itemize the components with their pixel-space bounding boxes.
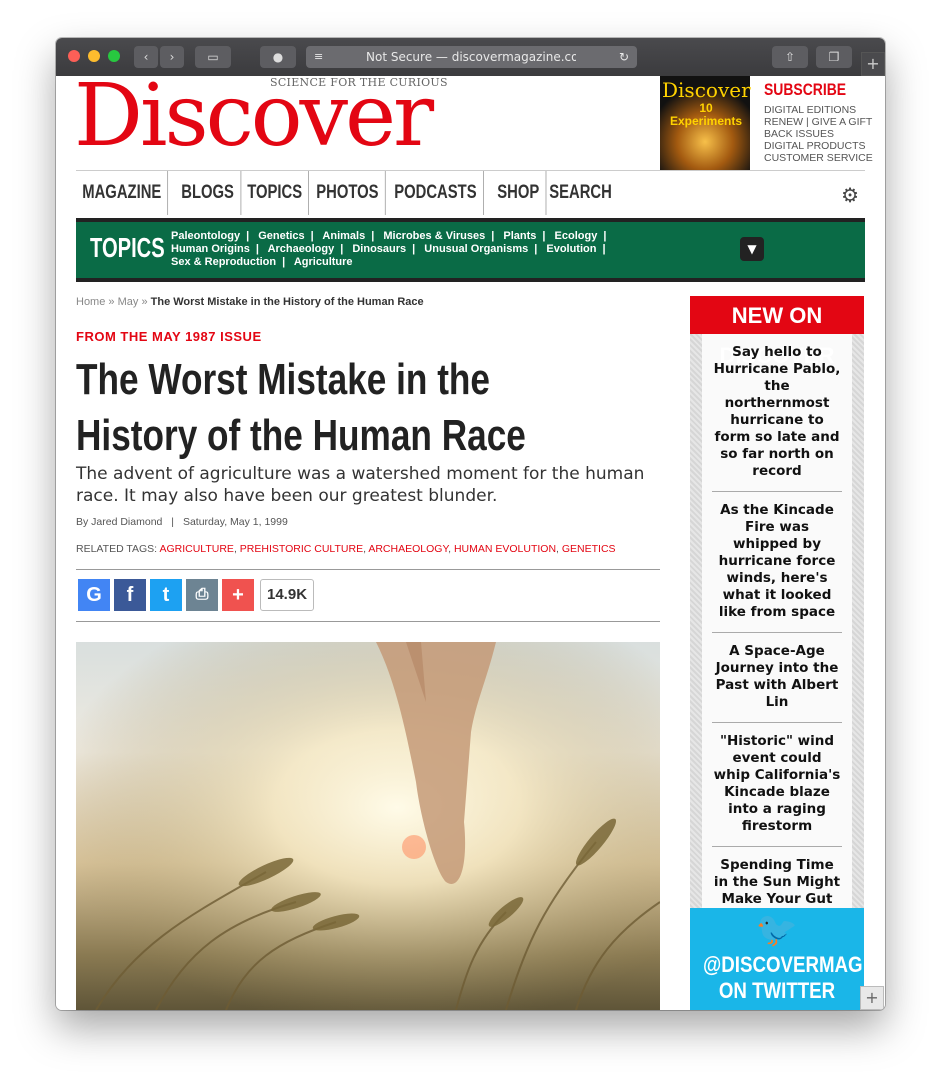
topic-link[interactable]: Sex & Reproduction [171, 256, 276, 268]
site-logo[interactable]: Discover [74, 76, 434, 166]
topics-links: Paleontology | Genetics | Animals | Microbe… [171, 230, 607, 268]
magazine-cover[interactable]: Discover 10 Experiments [660, 76, 751, 170]
tabs-icon[interactable]: ❐ [816, 46, 852, 68]
topic-link[interactable]: Plants [503, 230, 536, 242]
nav-photos[interactable]: PHOTOS [310, 171, 386, 215]
tag-link[interactable]: PREHISTORIC CULTURE [240, 543, 363, 555]
share-icon[interactable]: ⇧ [772, 46, 808, 68]
plus-icon[interactable]: + [222, 579, 254, 611]
subscribe-links: DIGITAL EDITIONS RENEW | GIVE A GIFT BAC… [764, 104, 873, 164]
breadcrumb-month[interactable]: May [118, 296, 139, 308]
privacy-icon[interactable]: ● [260, 46, 296, 68]
reader-icon[interactable]: ≡ [314, 46, 323, 68]
chevron-down-icon[interactable]: ▼ [740, 237, 764, 261]
back-icon[interactable]: ‹ [134, 46, 158, 68]
subscribe-link[interactable]: CUSTOMER SERVICE [764, 152, 873, 164]
twitter-promo-text: @DISCOVERMAG ON TWITTER [703, 952, 863, 1003]
topic-link[interactable]: Genetics [258, 230, 304, 242]
tags-label: RELATED TAGS: [76, 543, 158, 555]
topic-link[interactable]: Ecology [555, 230, 598, 242]
tag-link[interactable]: ARCHAEOLOGY [368, 543, 448, 555]
nav-podcasts[interactable]: PODCASTS [388, 171, 484, 215]
page-content: Discover SCIENCE FOR THE CURIOUS Discove… [56, 76, 885, 1010]
topic-link[interactable]: Archaeology [268, 243, 335, 255]
nav-topics[interactable]: TOPICS [241, 171, 310, 215]
wheat-hand-photo [76, 642, 660, 1010]
sidebar-list: Say hello to Hurricane Pablo, the northe… [690, 334, 864, 946]
logo-tagline: SCIENCE FOR THE CURIOUS [270, 76, 448, 89]
twitter-bird-icon: 🐦 [755, 910, 799, 950]
topic-link[interactable]: Dinosaurs [352, 243, 406, 255]
twitter-promo[interactable]: 🐦 @DISCOVERMAG ON TWITTER [690, 908, 864, 1010]
browser-window: ‹ › ▭ ● ≡ Not Secure — discovermagazine.… [56, 38, 885, 1010]
breadcrumb-separator: » [141, 296, 148, 308]
nav-shop[interactable]: SHOP [491, 171, 547, 215]
print-icon[interactable]: ⎙ [186, 579, 218, 611]
topic-link[interactable]: Microbes & Viruses [383, 230, 485, 242]
address-bar[interactable]: ≡ Not Secure — discovermagazine.com ↻ [306, 46, 637, 68]
browser-toolbar: ‹ › ▭ ● ≡ Not Secure — discovermagazine.… [56, 38, 885, 77]
sidebar-story-link[interactable]: As the Kincade Fire was whipped by hurri… [712, 492, 842, 633]
url-text: Not Secure — discovermagazine.com [366, 50, 576, 64]
google-icon[interactable]: G [78, 579, 110, 611]
breadcrumb-separator: » [108, 296, 115, 308]
topics-bar: TOPICS Paleontology | Genetics | Animals | … [76, 218, 865, 282]
byline-separator: | [171, 516, 175, 528]
twitter-icon[interactable]: t [150, 579, 182, 611]
topic-link[interactable]: Animals [322, 230, 365, 242]
publish-date: Saturday, May 1, 1999 [182, 516, 288, 528]
gear-icon[interactable]: ⚙ [841, 183, 859, 207]
close-window-button[interactable] [68, 50, 80, 62]
nav-blogs[interactable]: BLOGS [175, 171, 242, 215]
share-bar: G f t ⎙ + 14.9K [76, 569, 660, 622]
cover-subtitle: 10 Experiments [669, 101, 743, 128]
topic-link[interactable]: Human Origins [171, 243, 250, 255]
nav-magazine[interactable]: MAGAZINE [76, 171, 169, 215]
zoom-window-button[interactable] [108, 50, 120, 62]
breadcrumb-home[interactable]: Home [76, 296, 105, 308]
author: By Jared Diamond [76, 516, 163, 528]
article-dek: The advent of agriculture was a watershe… [76, 464, 645, 506]
byline: By Jared Diamond | Saturday, May 1, 1999 [76, 516, 288, 528]
expand-icon[interactable]: + [860, 986, 884, 1010]
topic-link[interactable]: Unusual Organisms [424, 243, 528, 255]
topic-link[interactable]: Agriculture [294, 256, 353, 268]
facebook-icon[interactable]: f [114, 579, 146, 611]
sidebar-story-link[interactable]: "Historic" wind event could whip Califor… [712, 723, 842, 847]
topic-link[interactable]: Evolution [546, 243, 596, 255]
subscribe-link[interactable]: RENEW | GIVE A GIFT [764, 116, 873, 128]
topic-link[interactable]: Paleontology [171, 230, 240, 242]
cover-title: Discover [662, 78, 751, 102]
nav-search[interactable]: SEARCH [543, 171, 618, 215]
subscribe-link[interactable]: DIGITAL PRODUCTS [764, 140, 873, 152]
topics-title: TOPICS [90, 232, 165, 263]
article-headline: The Worst Mistake in the History of the … [76, 355, 526, 460]
breadcrumb-current: The Worst Mistake in the History of the … [150, 296, 424, 308]
breadcrumb: Home » May » The Worst Mistake in the Hi… [76, 296, 424, 308]
main-nav: MAGAZINE BLOGS TOPICS PHOTOS PODCASTS SH… [76, 170, 865, 215]
tag-link[interactable]: GENETICS [562, 543, 616, 555]
sidebar-story-link[interactable]: A Space-Age Journey into the Past with A… [712, 633, 842, 723]
tag-link[interactable]: AGRICULTURE [159, 543, 233, 555]
forward-icon[interactable]: › [160, 46, 184, 68]
share-count: 14.9K [260, 579, 315, 611]
sidebar-icon[interactable]: ▭ [195, 46, 231, 68]
hero-image [76, 642, 660, 1010]
tag-link[interactable]: HUMAN EVOLUTION [454, 543, 556, 555]
issue-label[interactable]: FROM THE MAY 1987 ISSUE [76, 329, 262, 344]
new-tab-icon[interactable]: + [861, 52, 885, 76]
subscribe-heading[interactable]: SUBSCRIBE [764, 80, 846, 100]
reload-icon[interactable]: ↻ [619, 46, 629, 68]
subscribe-link[interactable]: DIGITAL EDITIONS [764, 104, 873, 116]
sidebar-title: NEW ON DISCOVER [690, 296, 864, 368]
new-on-discover-sidebar: NEW ON DISCOVER Say hello to Hurricane P… [690, 296, 864, 946]
minimize-window-button[interactable] [88, 50, 100, 62]
subscribe-link[interactable]: BACK ISSUES [764, 128, 873, 140]
related-tags: RELATED TAGS: AGRICULTURE, PREHISTORIC C… [76, 543, 616, 555]
